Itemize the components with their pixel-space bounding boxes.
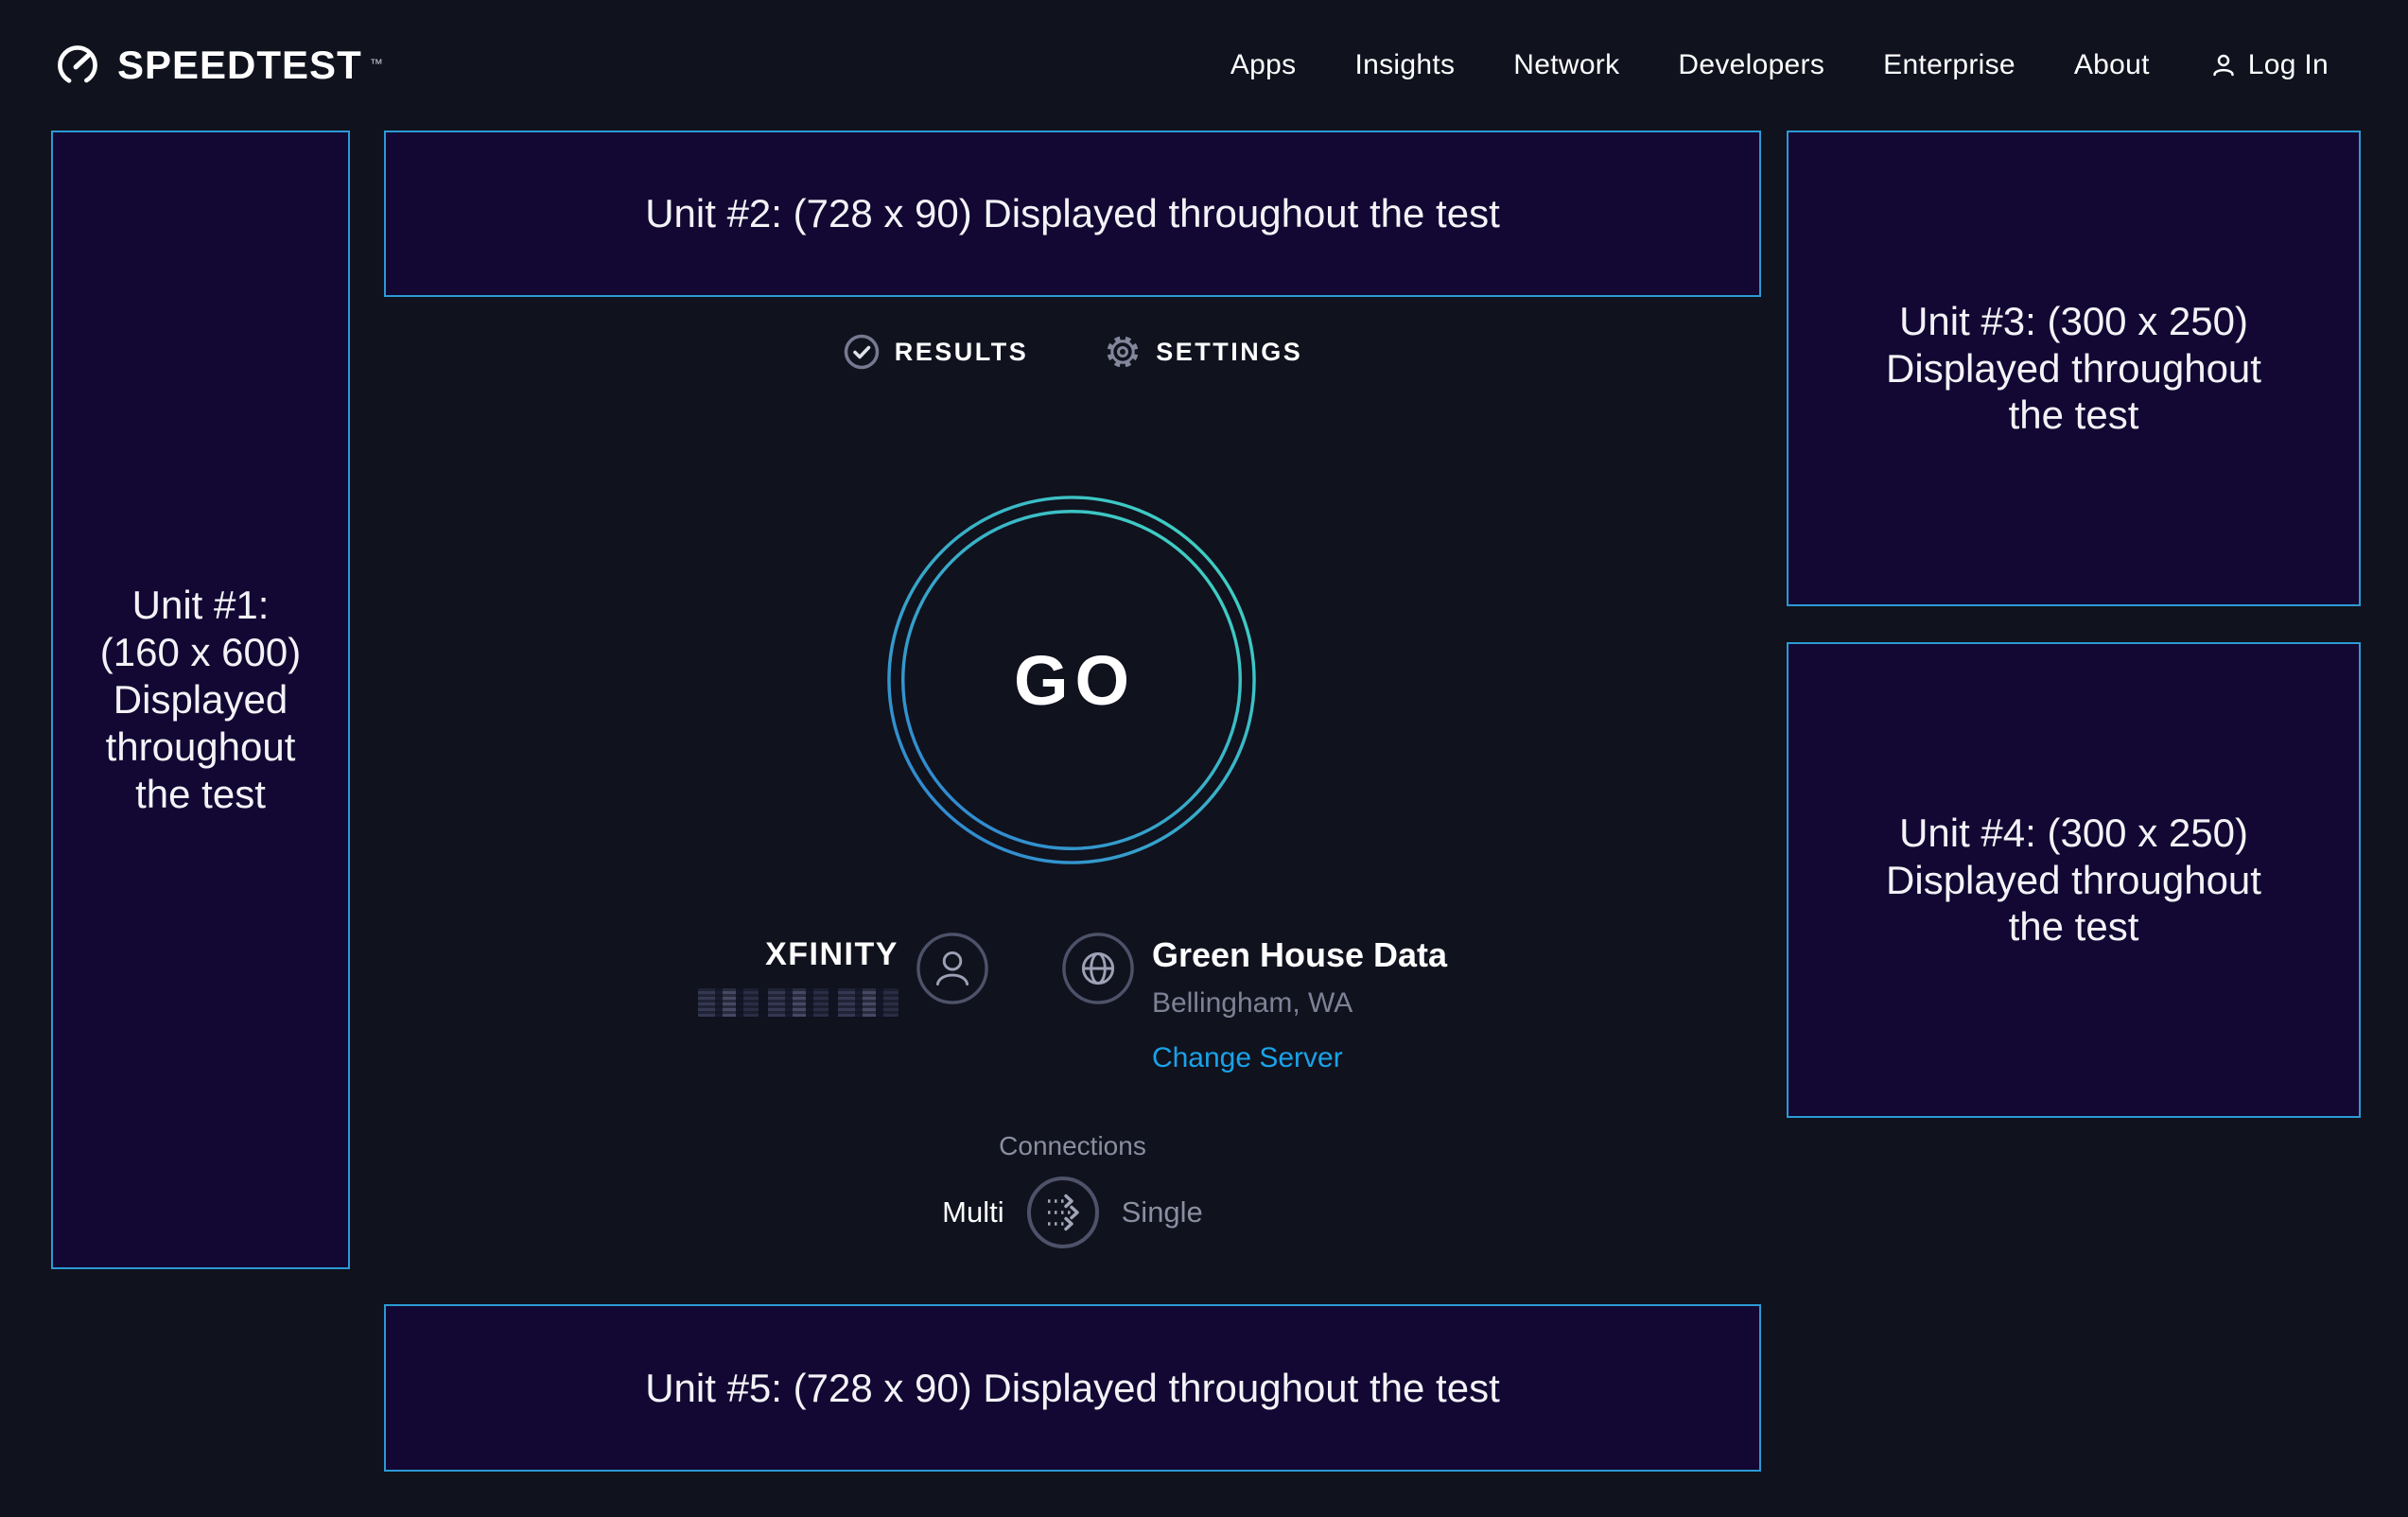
ad-unit-4-label: Unit #4: (300 x 250) Displayed throughou… [1886,810,2261,951]
ad-unit-1-label: Unit #1: (160 x 600) Displayed throughou… [100,582,301,818]
ad-unit-1-skyscraper[interactable]: Unit #1: (160 x 600) Displayed throughou… [51,131,350,1269]
server-location: Bellingham, WA [1152,987,1352,1020]
connections-toggle-row: Multi Single [384,1175,1761,1250]
ip-address-redacted [698,988,899,1017]
connection-mode-single[interactable]: Single [1122,1195,1203,1229]
main-nav: Apps Insights Network Developers Enterpr… [1230,49,2329,81]
isp-info: XFINITY [698,932,989,1017]
nav-item-developers[interactable]: Developers [1678,49,1824,81]
server-info: Green House Data Bellingham, WA Change S… [1061,932,1447,1074]
speedtest-logo[interactable]: SPEEDTEST ™ [53,41,383,90]
tab-settings[interactable]: SETTINGS [1104,333,1302,371]
nav-item-apps[interactable]: Apps [1230,49,1297,81]
globe-icon [1061,932,1135,1005]
login-button[interactable]: Log In [2208,49,2329,81]
ad-unit-2-leaderboard[interactable]: Unit #2: (728 x 90) Displayed throughout… [384,131,1761,297]
ad-unit-5-label: Unit #5: (728 x 90) Displayed throughout… [645,1365,1500,1412]
ad-unit-4-rectangle[interactable]: Unit #4: (300 x 250) Displayed throughou… [1787,642,2361,1118]
change-server-link[interactable]: Change Server [1152,1042,1343,1074]
nav-item-enterprise[interactable]: Enterprise [1883,49,2015,81]
ad-unit-5-leaderboard[interactable]: Unit #5: (728 x 90) Displayed throughout… [384,1304,1761,1472]
view-tabs: RESULTS SETTINGS [384,333,1761,371]
go-button-label: GO [885,494,1258,866]
connections-label: Connections [384,1131,1761,1161]
tab-settings-label: SETTINGS [1156,338,1302,367]
go-button[interactable]: GO [885,494,1258,866]
isp-name: XFINITY [765,935,899,973]
gear-icon [1104,333,1142,371]
nav-item-insights[interactable]: Insights [1354,49,1455,81]
brand-name: SPEEDTEST [117,43,362,88]
tab-results-label: RESULTS [895,338,1029,367]
tab-results[interactable]: RESULTS [843,333,1029,371]
multi-connection-toggle-icon[interactable] [1025,1175,1101,1250]
login-label: Log In [2248,49,2329,81]
ad-unit-3-rectangle[interactable]: Unit #3: (300 x 250) Displayed throughou… [1787,131,2361,606]
trademark-mark: ™ [370,56,383,71]
gauge-logo-icon [53,41,102,90]
server-name: Green House Data [1152,935,1447,975]
top-nav-bar: SPEEDTEST ™ Apps Insights Network Develo… [0,0,2408,131]
speedtest-page: { "header": { "brand": "SPEEDTEST", "bra… [0,0,2408,1517]
ad-unit-2-label: Unit #2: (728 x 90) Displayed throughout… [645,190,1500,237]
check-circle-icon [843,333,881,371]
person-icon [2208,50,2239,80]
nav-item-about[interactable]: About [2074,49,2150,81]
connection-mode-multi[interactable]: Multi [942,1195,1003,1229]
user-icon [916,932,989,1005]
test-meta-row: XFINITY Green House Data Bellingham, WA … [384,932,1761,1074]
nav-item-network[interactable]: Network [1513,49,1619,81]
ad-unit-3-label: Unit #3: (300 x 250) Displayed throughou… [1886,298,2261,440]
